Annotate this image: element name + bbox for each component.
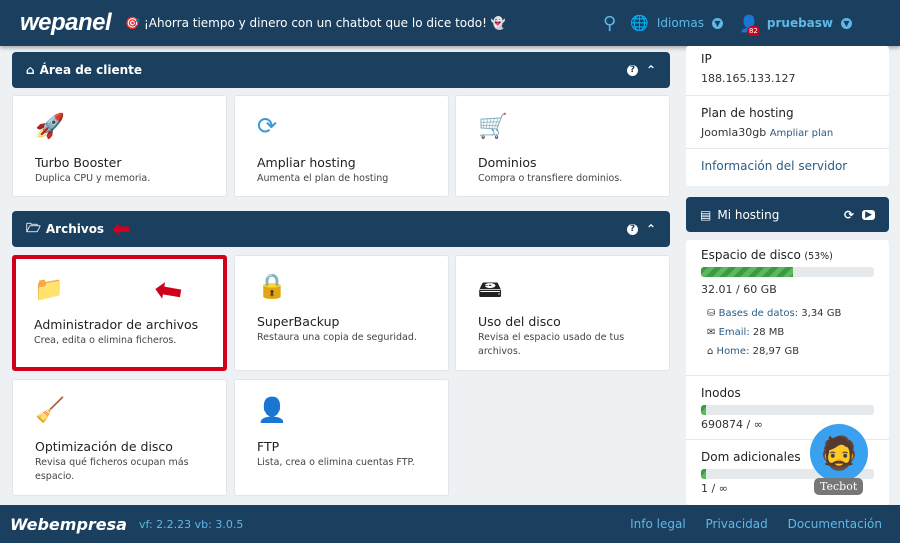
upgrade-icon: ⟳	[257, 112, 278, 140]
disk-icon: 🖴	[478, 275, 503, 303]
globe-icon[interactable]: 🌐	[630, 14, 649, 32]
card-desc: Revisa qué ficheros ocupan más espacio.	[35, 457, 189, 482]
databases-value: 3,34 GB	[801, 308, 842, 319]
chatbot-avatar[interactable]: 🧔	[810, 424, 868, 482]
card-desc: Duplica CPU y memoria.	[35, 173, 151, 184]
my-hosting-header: ▤ Mi hosting ⟳ ▶	[686, 197, 889, 232]
card-title: Optimización de disco	[35, 439, 173, 454]
inodes-progress-bar	[701, 405, 874, 415]
client-area-header[interactable]: ⌂ Área de cliente ? ⌃	[12, 52, 670, 88]
card-title: Ampliar hosting	[257, 155, 356, 170]
red-arrow-annotation: ⬅	[112, 216, 131, 242]
card-ampliar-hosting[interactable]: ⟳ Ampliar hosting Aumenta el plan de hos…	[234, 95, 449, 197]
envelope-icon: ✉	[707, 327, 716, 338]
documentation-link[interactable]: Documentación	[788, 517, 882, 531]
section-title: Área de cliente	[39, 63, 143, 77]
files-header[interactable]: 🗁 Archivos ⬅ ? ⌃	[12, 211, 670, 247]
database-icon: ⛁	[707, 308, 716, 319]
notification-badge: 82	[746, 25, 760, 36]
card-title: Uso del disco	[478, 314, 561, 329]
server-icon: ▤	[700, 207, 712, 222]
card-ftp[interactable]: 👤 FTP Lista, crea o elimina cuentas FTP.	[234, 379, 449, 496]
chevron-down-icon[interactable]: ▼	[711, 17, 723, 29]
card-disk-optimization[interactable]: 🧹 Optimización de disco Revisa qué fiche…	[12, 379, 227, 496]
ftp-user-icon: 👤	[257, 396, 287, 424]
disk-progress-bar	[701, 267, 874, 277]
card-title: Turbo Booster	[35, 155, 122, 170]
card-title: SuperBackup	[257, 314, 340, 329]
help-icon[interactable]: ?	[626, 64, 638, 76]
legal-info-link[interactable]: Info legal	[630, 517, 686, 531]
section-title: Archivos	[45, 222, 105, 236]
search-icon[interactable]: ⚲	[603, 13, 616, 34]
home-value: 28,97 GB	[752, 346, 800, 357]
safe-icon: 🔒	[257, 272, 287, 300]
privacy-link[interactable]: Privacidad	[705, 517, 767, 531]
databases-link[interactable]: Bases de datos:	[719, 308, 799, 319]
rocket-icon: 🚀	[35, 112, 65, 140]
email-link[interactable]: Email:	[719, 327, 750, 338]
help-icon[interactable]: ?	[626, 223, 638, 235]
youtube-icon[interactable]: ▶	[862, 209, 875, 220]
plan-label: Plan de hosting	[701, 106, 794, 120]
card-desc: Revisa el espacio usado de tus archivos.	[478, 332, 625, 357]
card-turbo-booster[interactable]: 🚀 Turbo Booster Duplica CPU y memoria.	[12, 95, 227, 197]
section-title: Mi hosting	[717, 207, 780, 222]
disk-used: 32.01 / 60 GB	[701, 283, 777, 296]
card-desc: Lista, crea o elimina cuentas FTP.	[257, 457, 415, 468]
ip-value: 188.165.133.127	[701, 72, 796, 85]
card-disk-usage[interactable]: 🖴 Uso del disco Revisa el espacio usado …	[455, 255, 670, 371]
top-header: wepanel 🎯 ¡Ahorra tiempo y dinero con un…	[0, 0, 900, 46]
home-icon: ⌂	[707, 346, 714, 357]
vacuum-icon: 🧹	[35, 396, 65, 424]
cart-icon: 🛒	[478, 112, 508, 140]
server-info-link[interactable]: Información del servidor	[701, 159, 847, 173]
folder-open-icon: 🗁	[26, 220, 41, 235]
card-title: Dominios	[478, 155, 537, 170]
promo-link[interactable]: 🎯 ¡Ahorra tiempo y dinero con un chatbot…	[125, 16, 505, 30]
languages-menu[interactable]: Idiomas	[657, 16, 704, 30]
user-icon[interactable]: 👤 82	[739, 14, 760, 36]
card-desc: Compra o transfiere dominios.	[478, 173, 623, 184]
card-superbackup[interactable]: 🔒 SuperBackup Restaura una copia de segu…	[234, 255, 449, 371]
card-title: FTP	[257, 439, 280, 454]
disk-label: Espacio de disco	[701, 248, 801, 262]
red-arrow-annotation: ⬉	[145, 266, 192, 316]
folder-icon: 📁	[34, 275, 64, 303]
user-menu[interactable]: pruebasw	[767, 16, 833, 30]
card-title: Administrador de archivos	[34, 317, 199, 332]
server-info-panel: IP 188.165.133.127 Plan de hosting Joomla3…	[686, 46, 889, 186]
disk-percent: (53%)	[804, 251, 833, 262]
refresh-icon[interactable]: ⟳	[844, 208, 854, 222]
wepanel-logo[interactable]: wepanel	[20, 9, 112, 37]
collapse-icon[interactable]: ⌃	[646, 222, 656, 236]
inodes-label: Inodos	[701, 386, 741, 400]
card-desc: Crea, edita o elimina ficheros.	[34, 335, 177, 346]
email-value: 28 MB	[752, 327, 785, 338]
home-icon: ⌂	[26, 63, 35, 77]
home-link[interactable]: Home:	[717, 346, 750, 357]
card-desc: Aumenta el plan de hosting	[257, 173, 389, 184]
chatbot-widget[interactable]: 🧔 Tecbot	[810, 424, 868, 495]
card-dominios[interactable]: 🛒 Dominios Compra o transfiere dominios.	[455, 95, 670, 197]
card-desc: Restaura una copia de seguridad.	[257, 332, 417, 343]
version-text: vf: 2.2.23 vb: 3.0.5	[138, 517, 244, 531]
collapse-icon[interactable]: ⌃	[646, 63, 656, 77]
card-file-manager[interactable]: 📁 ⬉ Administrador de archivos Crea, edit…	[12, 255, 227, 371]
ip-label: IP	[701, 52, 712, 66]
upgrade-plan-link[interactable]: Ampliar plan	[770, 128, 834, 139]
plan-value: Joomla30gb	[701, 126, 767, 139]
footer: Webempresa vf: 2.2.23 vb: 3.0.5 Info leg…	[0, 505, 900, 543]
webempresa-logo[interactable]: Webempresa	[10, 515, 127, 534]
chatbot-label[interactable]: Tecbot	[814, 478, 864, 495]
chevron-down-icon[interactable]: ▼	[841, 17, 852, 29]
